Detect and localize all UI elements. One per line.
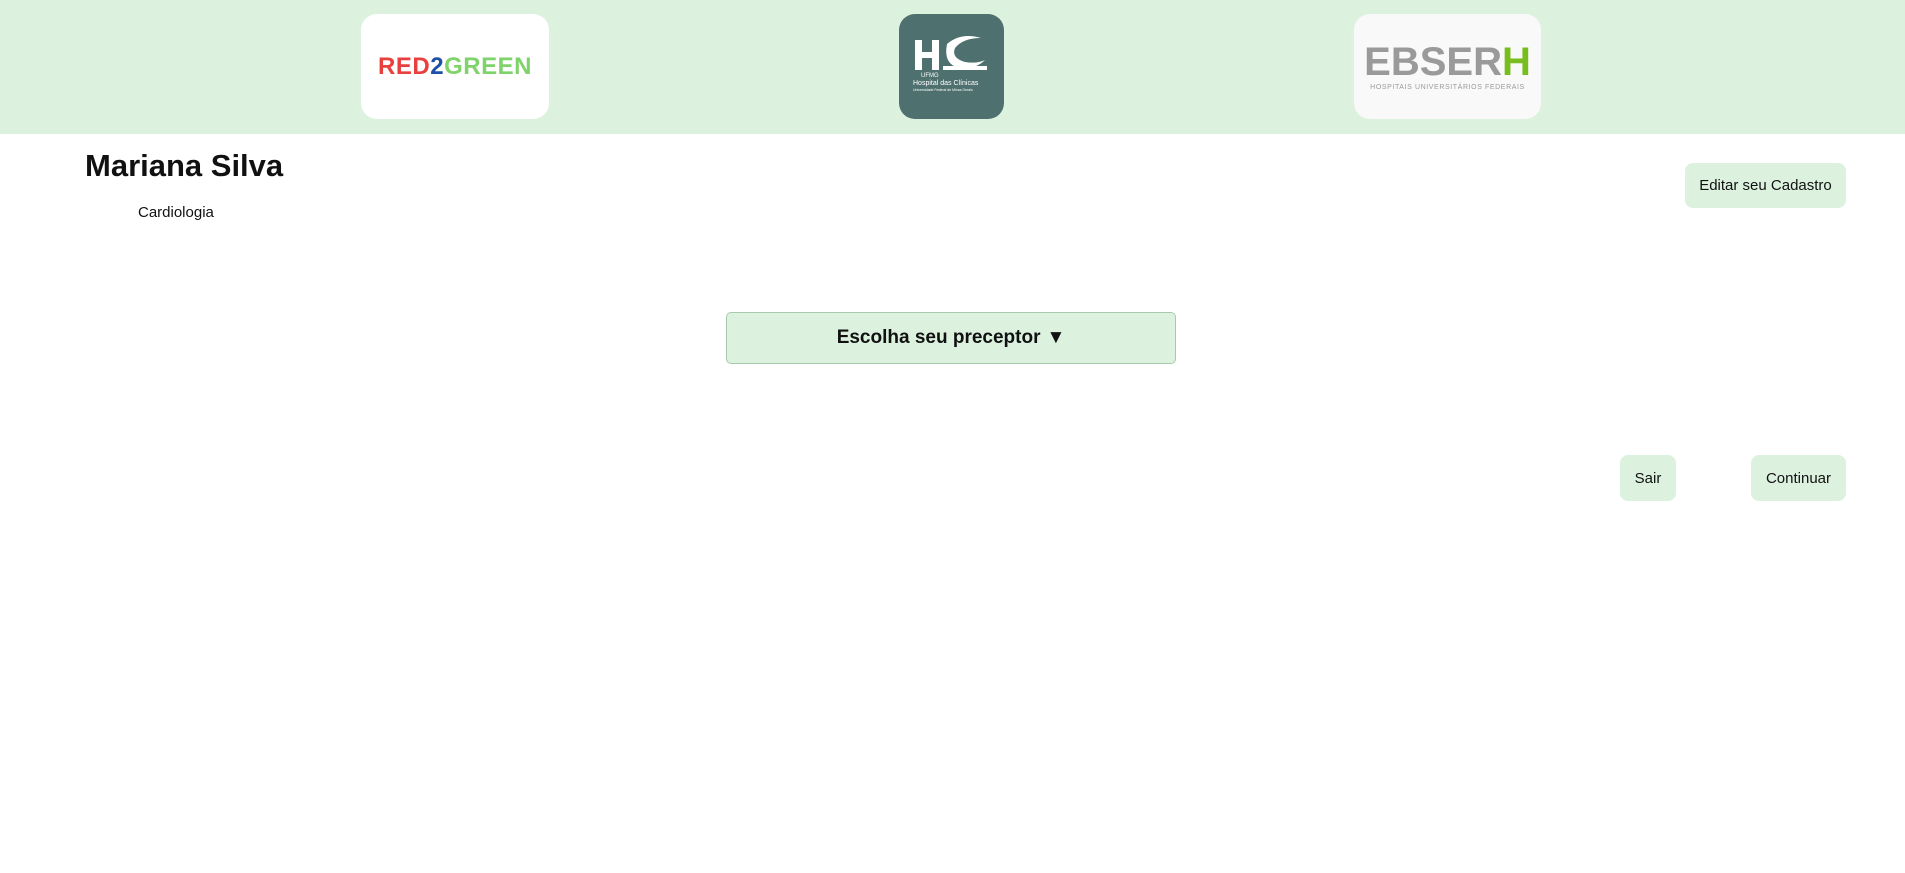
svg-text:Hospital das Clínicas: Hospital das Clínicas (913, 80, 979, 87)
svg-text:Universidade Federal de Minas: Universidade Federal de Minas Gerais (913, 88, 973, 92)
red2green-logo-text: RED2GREEN (378, 52, 532, 80)
exit-button[interactable]: Sair (1620, 455, 1676, 501)
hc-logo-icon: UFMG Hospital das Clínicas Universidade … (913, 36, 987, 92)
user-specialty: Cardiologia (138, 204, 214, 221)
continue-button[interactable]: Continuar (1751, 455, 1846, 501)
svg-text:UFMG: UFMG (921, 73, 939, 79)
hc-ufmg-logo: UFMG Hospital das Clínicas Universidade … (899, 14, 1004, 119)
red2green-logo: RED2GREEN (361, 14, 549, 119)
ebserh-logo-text: EBSERH (1364, 40, 1531, 84)
header-bar: RED2GREEN UFMG Hospital das Clínicas Uni… (0, 0, 1905, 134)
edit-profile-button[interactable]: Editar seu Cadastro (1685, 163, 1846, 208)
ebserh-logo-subtitle: HOSPITAIS UNIVERSITÁRIOS FEDERAIS (1370, 84, 1525, 91)
preceptor-dropdown-label: Escolha seu preceptor (836, 327, 1041, 348)
user-name: Mariana Silva (85, 148, 284, 183)
preceptor-dropdown[interactable]: Escolha seu preceptor ▼ (726, 312, 1176, 364)
chevron-down-icon: ▼ (1046, 327, 1066, 348)
ebserh-logo: EBSERH HOSPITAIS UNIVERSITÁRIOS FEDERAIS (1354, 14, 1541, 119)
